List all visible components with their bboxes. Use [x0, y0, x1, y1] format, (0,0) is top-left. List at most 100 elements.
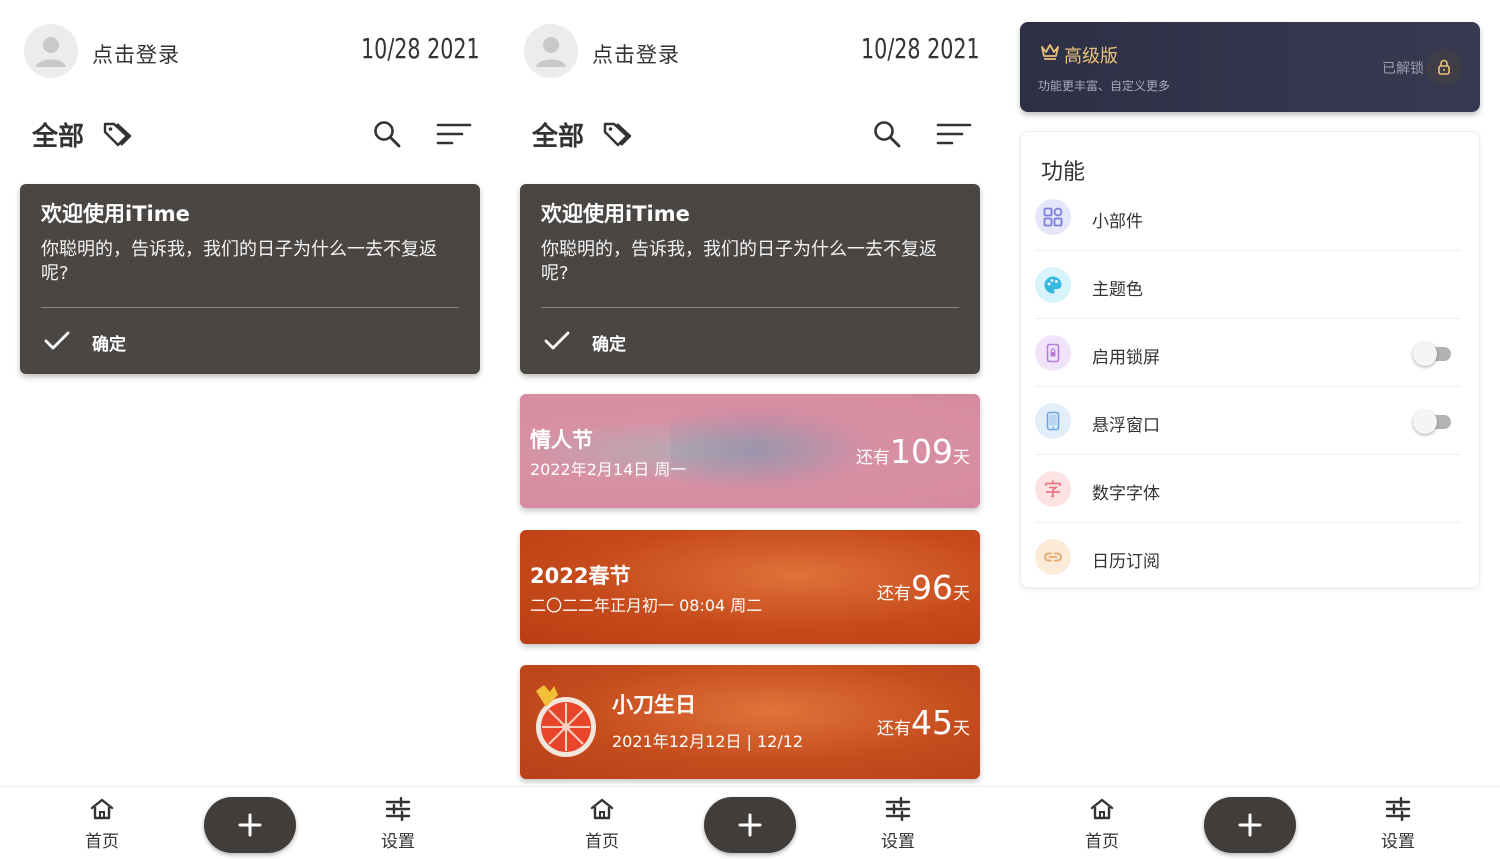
sliders-icon — [385, 796, 411, 822]
feature-digital-font[interactable]: 数字字体 — [1035, 455, 1461, 523]
event-card-birthday[interactable]: 小刀生日 2021年12月12日 | 12/12 还有45天 — [520, 665, 980, 779]
category-filter[interactable]: 全部 — [532, 116, 584, 153]
feature-label: 悬浮窗口 — [1092, 416, 1160, 436]
nav-settings-label: 设置 — [1381, 832, 1415, 852]
event-card-valentine[interactable]: 情人节 2022年2月14日 周一 还有109天 — [520, 394, 980, 508]
link-icon — [1044, 552, 1062, 562]
nav-home[interactable]: 首页 — [72, 797, 132, 852]
grapefruit-icon — [536, 685, 596, 757]
app-header: 点击登录 10/28 2021 — [500, 24, 1000, 80]
countdown-prefix: 还有 — [856, 448, 890, 468]
countdown-prefix: 还有 — [877, 584, 911, 604]
home-icon — [90, 798, 114, 820]
confirm-button[interactable]: 确定 — [92, 330, 126, 355]
feature-icon-bg — [1035, 199, 1071, 235]
confirm-button[interactable]: 确定 — [592, 330, 626, 355]
lock-screen-toggle[interactable] — [1413, 342, 1451, 366]
countdown: 还有109天 — [856, 432, 970, 471]
user-icon — [536, 37, 566, 67]
home-icon — [590, 798, 614, 820]
category-filter[interactable]: 全部 — [32, 116, 84, 153]
home-screen-1: 点击登录 10/28 2021 全部 欢迎使用iTime 你聪明的，告诉我，我们… — [0, 0, 500, 859]
features-card: 功能 小部件 主题色 启用锁屏 悬浮窗口 数字字体 日历订阅 — [1020, 131, 1480, 588]
lock-screen-icon — [1046, 343, 1060, 363]
check-icon[interactable] — [544, 330, 570, 352]
feature-icon-bg — [1035, 539, 1071, 575]
feature-icon-bg — [1035, 403, 1071, 439]
feature-theme-color[interactable]: 主题色 — [1035, 251, 1461, 319]
login-link[interactable]: 点击登录 — [592, 39, 680, 69]
app-header: 点击登录 10/28 2021 — [0, 24, 500, 80]
toggle-knob — [1413, 342, 1437, 366]
add-event-button[interactable] — [1204, 797, 1296, 853]
tag-icon[interactable] — [602, 120, 632, 148]
nav-home-label: 首页 — [585, 832, 619, 852]
avatar[interactable] — [24, 24, 78, 78]
sort-icon[interactable] — [936, 121, 972, 147]
nav-home[interactable]: 首页 — [572, 797, 632, 852]
avatar[interactable] — [524, 24, 578, 78]
unlock-status: 已解锁 — [1382, 61, 1424, 77]
today-date: 10/28 2021 — [861, 32, 980, 65]
font-icon — [1045, 480, 1061, 498]
divider — [541, 307, 959, 308]
bottom-nav: 首页 设置 — [500, 786, 1000, 859]
login-link[interactable]: 点击登录 — [92, 39, 180, 69]
nav-settings[interactable]: 设置 — [1368, 796, 1428, 852]
search-icon[interactable] — [872, 119, 902, 149]
feature-icon-bg — [1035, 471, 1071, 507]
feature-label: 启用锁屏 — [1092, 348, 1160, 368]
feature-calendar-subscription[interactable]: 日历订阅 — [1035, 523, 1461, 591]
home-icon — [1090, 798, 1114, 820]
feature-widget[interactable]: 小部件 — [1035, 183, 1461, 251]
premium-banner[interactable]: 高级版 功能更丰富、自定义更多 已解锁 — [1020, 22, 1480, 112]
floating-window-toggle[interactable] — [1413, 410, 1451, 434]
user-icon — [36, 37, 66, 67]
feature-label: 数字字体 — [1092, 484, 1160, 504]
nav-home-label: 首页 — [85, 832, 119, 852]
unlock-button[interactable] — [1426, 49, 1462, 85]
countdown-days: 45 — [911, 703, 953, 742]
features-title: 功能 — [1041, 160, 1086, 185]
tag-icon[interactable] — [102, 120, 132, 148]
countdown: 还有96天 — [877, 568, 970, 607]
nav-home-label: 首页 — [1085, 832, 1119, 852]
sliders-icon — [885, 796, 911, 822]
countdown-days: 109 — [890, 432, 953, 471]
sliders-icon — [1385, 796, 1411, 822]
nav-settings-label: 设置 — [381, 832, 415, 852]
nav-settings-label: 设置 — [881, 832, 915, 852]
event-date: 2021年12月12日 | 12/12 — [612, 732, 804, 751]
nav-settings[interactable]: 设置 — [868, 796, 928, 852]
event-name: 小刀生日 — [612, 693, 696, 717]
card-background — [670, 404, 880, 494]
countdown-days: 96 — [911, 568, 953, 607]
settings-screen: 高级版 功能更丰富、自定义更多 已解锁 功能 小部件 主题色 启用锁屏 悬浮窗口… — [1000, 0, 1500, 859]
check-icon[interactable] — [44, 330, 70, 352]
event-date: 2022年2月14日 周一 — [530, 460, 687, 479]
welcome-card: 欢迎使用iTime 你聪明的，告诉我，我们的日子为什么一去不复返呢? 确定 — [20, 184, 480, 374]
filter-bar: 全部 — [500, 112, 1000, 156]
event-name: 情人节 — [530, 428, 593, 452]
add-event-button[interactable] — [204, 797, 296, 853]
add-event-button[interactable] — [704, 797, 796, 853]
bottom-nav: 首页 设置 — [0, 786, 500, 859]
feature-icon-bg — [1035, 335, 1071, 371]
today-date: 10/28 2021 — [361, 32, 480, 65]
widget-icon — [1043, 207, 1063, 227]
plus-icon — [238, 813, 262, 837]
crown-icon — [1041, 44, 1059, 60]
search-icon[interactable] — [372, 119, 402, 149]
plus-icon — [738, 813, 762, 837]
nav-settings[interactable]: 设置 — [368, 796, 428, 852]
plus-icon — [1238, 813, 1262, 837]
sort-icon[interactable] — [436, 121, 472, 147]
event-card-spring-festival[interactable]: 2022春节 二〇二二年正月初一 08:04 周二 还有96天 — [520, 530, 980, 644]
premium-subtitle: 功能更丰富、自定义更多 — [1038, 79, 1171, 93]
feature-floating-window[interactable]: 悬浮窗口 — [1035, 387, 1461, 455]
feature-lock-screen[interactable]: 启用锁屏 — [1035, 319, 1461, 387]
feature-icon-bg — [1035, 267, 1071, 303]
nav-home[interactable]: 首页 — [1072, 797, 1132, 852]
divider — [41, 307, 459, 308]
lock-icon — [1438, 59, 1450, 75]
